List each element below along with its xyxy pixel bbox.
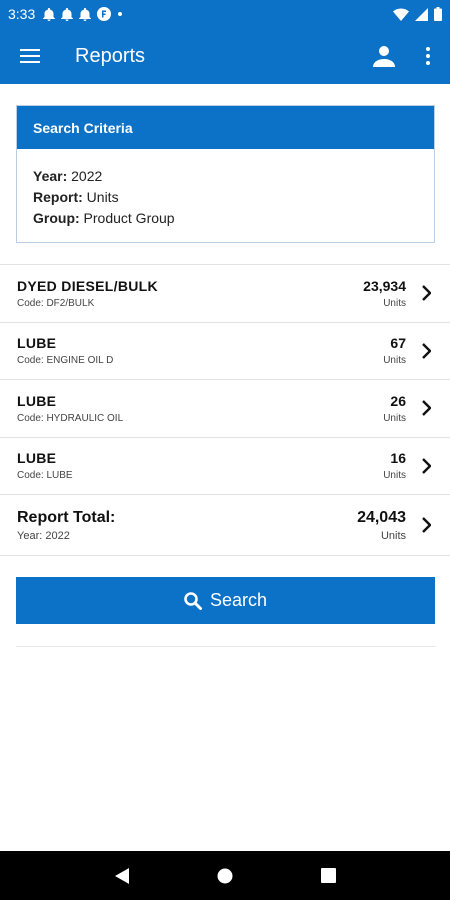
app-notification-icon	[97, 7, 112, 21]
item-unit: Units	[383, 297, 406, 309]
back-icon	[114, 867, 129, 884]
report-list: DYED DIESEL/BULK Code: DF2/BULK 23,934 U…	[0, 264, 450, 556]
item-code: Code: LUBE	[17, 470, 73, 482]
notification-icons	[43, 7, 123, 21]
item-code: Code: HYDRAULIC OIL	[17, 412, 124, 424]
dot-icon	[118, 12, 123, 16]
list-item[interactable]: LUBE Code: LUBE 16 Units	[0, 438, 450, 495]
bell-icon	[79, 7, 92, 21]
system-icons	[393, 7, 442, 21]
item-name: DYED DIESEL/BULK	[17, 277, 158, 294]
list-item[interactable]: LUBE Code: ENGINE OIL D 67 Units	[0, 323, 450, 380]
item-code: Code: DF2/BULK	[17, 297, 95, 309]
search-criteria-card: Search Criteria Year: 2022 Report: Units…	[16, 105, 435, 243]
recents-icon	[320, 868, 336, 883]
search-icon	[184, 591, 202, 610]
page-title: Reports	[75, 44, 146, 67]
criteria-group-value: Product Group	[83, 210, 175, 226]
menu-icon	[20, 49, 40, 63]
account-icon	[373, 46, 395, 67]
criteria-year: Year: 2022	[33, 166, 418, 187]
item-name: LUBE	[17, 450, 57, 467]
more-vert-icon	[426, 47, 430, 65]
wifi-icon	[393, 8, 409, 21]
search-criteria-body: Year: 2022 Report: Units Group: Product …	[17, 149, 434, 229]
app-bar: Reports	[0, 28, 450, 84]
chevron-right-icon	[420, 342, 432, 359]
list-item[interactable]: LUBE Code: HYDRAULIC OIL 26 Units	[0, 380, 450, 438]
item-code: Code: ENGINE OIL D	[17, 355, 114, 367]
signal-icon	[415, 7, 428, 21]
report-total-label: Report Total:	[17, 508, 116, 526]
home-button[interactable]	[205, 856, 245, 896]
item-name: LUBE	[17, 392, 57, 409]
criteria-year-label: Year:	[33, 168, 68, 184]
status-bar: 3:33	[0, 0, 450, 28]
chevron-right-icon	[420, 400, 432, 417]
item-name: LUBE	[17, 335, 57, 352]
bell-icon	[61, 7, 74, 21]
report-total-value: 24,043	[357, 508, 406, 526]
account-button[interactable]	[362, 28, 406, 84]
system-nav-bar	[0, 851, 450, 900]
chevron-right-icon	[420, 457, 432, 474]
chevron-right-icon	[420, 517, 432, 533]
criteria-report-value: Units	[86, 189, 119, 205]
chevron-right-icon	[420, 285, 432, 302]
battery-icon	[434, 7, 442, 21]
recents-button[interactable]	[308, 856, 348, 896]
app-bar-actions	[362, 28, 450, 84]
item-value: 26	[390, 392, 406, 409]
item-value: 67	[390, 335, 406, 352]
item-unit: Units	[383, 355, 406, 367]
divider	[16, 646, 435, 647]
criteria-year-value: 2022	[71, 168, 103, 184]
more-options-button[interactable]	[406, 28, 450, 84]
criteria-group: Group: Product Group	[33, 208, 418, 229]
home-icon	[217, 868, 233, 883]
menu-button[interactable]	[0, 28, 60, 84]
item-unit: Units	[383, 470, 406, 482]
report-total-year: Year: 2022	[17, 529, 70, 542]
report-total-row[interactable]: Report Total: Year: 2022 24,043 Units	[0, 495, 450, 556]
criteria-group-label: Group:	[33, 210, 80, 226]
back-button[interactable]	[102, 856, 142, 896]
search-button[interactable]: Search	[16, 577, 435, 624]
bell-icon	[43, 7, 56, 21]
report-total-unit: Units	[380, 529, 406, 542]
search-criteria-header: Search Criteria	[17, 106, 434, 149]
search-button-label: Search	[209, 590, 268, 610]
criteria-report: Report: Units	[33, 187, 418, 208]
criteria-report-label: Report:	[33, 189, 83, 205]
status-time: 3:33	[8, 6, 36, 22]
list-item[interactable]: DYED DIESEL/BULK Code: DF2/BULK 23,934 U…	[0, 265, 450, 323]
item-value: 16	[390, 450, 406, 467]
item-value: 23,934	[363, 277, 406, 294]
item-unit: Units	[383, 412, 406, 424]
